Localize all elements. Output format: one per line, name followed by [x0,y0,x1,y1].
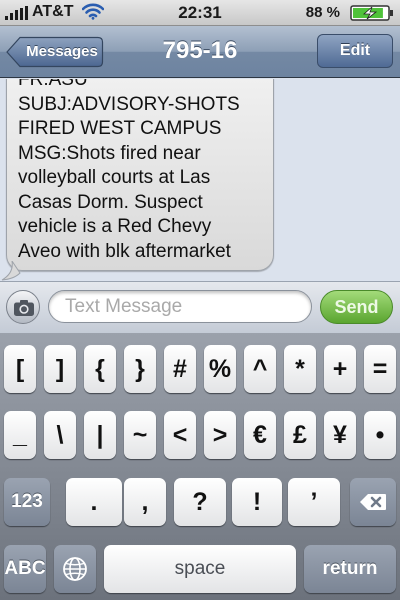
send-button[interactable]: Send [320,290,393,324]
key-greater-than[interactable]: > [204,411,236,459]
key-asterisk[interactable]: * [284,345,316,393]
message-input-bar: Text Message Send [0,281,400,333]
clock: 22:31 [178,3,222,22]
conversation-view[interactable]: FR:ASU SUBJ:ADVISORY-SHOTS FIRED WEST CA… [0,79,400,281]
key-comma[interactable]: , [124,478,166,526]
text-message-input[interactable]: Text Message [48,290,312,323]
message-line: vehicle is a Red Chevy [18,216,212,237]
key-hash[interactable]: # [164,345,196,393]
globe-icon [63,557,87,581]
navigation-bar: Messages 795-16 Edit [0,26,400,78]
back-button-label: Messages [26,43,98,60]
key-open-bracket[interactable]: [ [4,345,36,393]
key-question[interactable]: ? [174,478,226,526]
space-key[interactable]: space [104,545,296,593]
key-tilde[interactable]: ~ [124,411,156,459]
message-line: Aveo with blk aftermarket [18,240,231,262]
key-apostrophe[interactable]: ’ [288,478,340,526]
message-line: SUBJ:ADVISORY-SHOTS [18,93,240,115]
status-bar: AT&T 22:31 88 % [0,0,400,26]
key-period[interactable]: . [66,478,122,526]
message-line: volleyball courts at Las [18,167,211,188]
message-line: MSG:Shots fired near [18,142,201,164]
battery-charging-icon [350,5,393,21]
key-equals[interactable]: = [364,345,396,393]
backspace-icon [360,494,386,510]
message-line: FIRED WEST CAMPUS [18,118,222,139]
key-pipe[interactable]: | [84,411,116,459]
key-euro[interactable]: € [244,411,276,459]
bubble-tail [1,261,21,281]
keyboard: [ ] { } # % ^ * + = _ \ | ~ < > € £ ¥ • … [0,333,400,600]
key-bullet[interactable]: • [364,411,396,459]
key-close-bracket[interactable]: ] [44,345,76,393]
camera-icon [14,300,34,316]
camera-button[interactable] [6,290,40,324]
conversation-title: 795-16 [162,37,238,64]
key-caret[interactable]: ^ [244,345,276,393]
battery-percent: 88 % [305,4,340,21]
message-line: Casas Dorm. Suspect [18,191,203,213]
key-underscore[interactable]: _ [4,411,36,459]
key-less-than[interactable]: < [164,411,196,459]
message-line: FR:ASU [18,79,88,90]
key-yen[interactable]: ¥ [324,411,356,459]
key-backslash[interactable]: \ [44,411,76,459]
key-pound[interactable]: £ [284,411,316,459]
key-open-brace[interactable]: { [84,345,116,393]
key-exclamation[interactable]: ! [232,478,282,526]
messages-back-button[interactable]: Messages [6,36,104,68]
key-close-brace[interactable]: } [124,345,156,393]
delete-key[interactable] [350,478,396,526]
key-123-mode[interactable]: 123 [4,478,50,526]
key-plus[interactable]: + [324,345,356,393]
return-key[interactable]: return [304,545,396,593]
edit-button[interactable]: Edit [317,34,393,68]
key-percent[interactable]: % [204,345,236,393]
key-globe[interactable] [54,545,96,593]
key-abc-mode[interactable]: ABC [4,545,46,593]
message-text: FR:ASU SUBJ:ADVISORY-SHOTS FIRED WEST CA… [18,79,278,264]
